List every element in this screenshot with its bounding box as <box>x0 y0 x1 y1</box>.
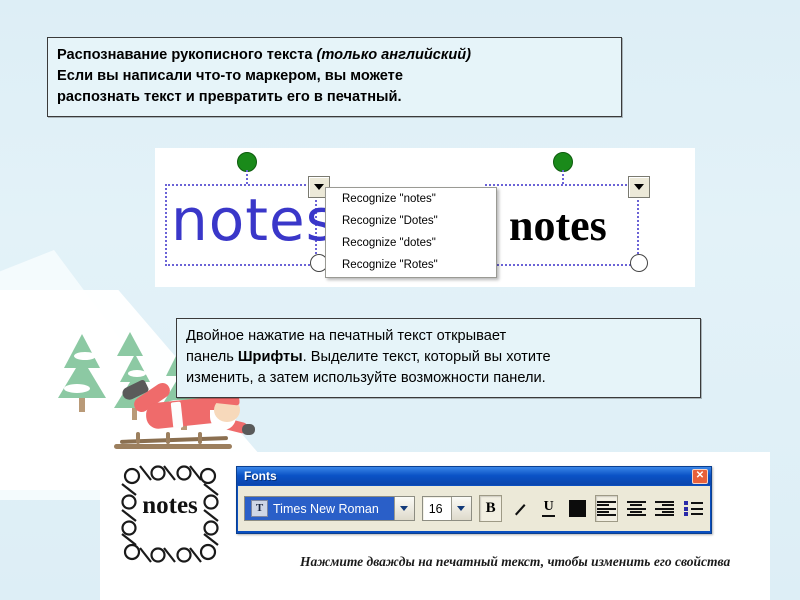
menu-item-recognize-notes[interactable]: Recognize "notes" <box>326 188 496 210</box>
rotation-stem-ink <box>246 170 248 184</box>
align-center-icon <box>626 501 646 516</box>
fonts-caption-line1: Нажмите дважды на печатный текст, чтобы … <box>300 554 672 569</box>
menu-item-recognize-dotes[interactable]: Recognize "dotes" <box>326 232 496 254</box>
chevron-down-icon <box>314 184 324 190</box>
bullet-list-button[interactable] <box>682 496 704 521</box>
align-right-button[interactable] <box>654 496 676 521</box>
underline-icon: U <box>543 499 554 515</box>
font-family-select[interactable]: T Times New Roman <box>244 496 415 521</box>
rotation-handle-ink[interactable] <box>237 152 257 172</box>
font-color-button[interactable] <box>566 496 588 521</box>
chevron-down-icon <box>400 506 409 511</box>
bold-icon: B <box>485 500 496 516</box>
italic-icon <box>515 503 526 515</box>
callout2-line2-bold: Шрифты <box>237 349 303 365</box>
truetype-font-icon: T <box>251 500 268 517</box>
italic-button[interactable] <box>509 496 531 521</box>
chevron-down-icon <box>634 184 644 190</box>
font-size-value: 16 <box>428 501 443 516</box>
fonts-window-title: Fonts <box>244 469 277 483</box>
color-swatch-icon <box>568 500 586 517</box>
align-center-button[interactable] <box>625 496 647 521</box>
recognize-context-menu[interactable]: Recognize "notes" Recognize "Dotes" Reco… <box>325 187 497 278</box>
callout2-line2-post: . Выделите текст, который вы хотите <box>302 349 551 365</box>
printed-resize-handle[interactable] <box>630 254 648 272</box>
menu-item-recognize-rotes[interactable]: Recognize "Rotes" <box>326 254 496 276</box>
font-family-value: Times New Roman <box>273 501 379 516</box>
bullet-list-icon <box>683 501 703 516</box>
callout-fonts-panel: Двойное нажатие на печатный текст открыв… <box>176 318 701 398</box>
fonts-window-titlebar[interactable]: Fonts ✕ <box>237 467 711 485</box>
callout-handwriting-recognition: Распознавание рукописного текста (только… <box>47 37 622 117</box>
callout1-line1-bold: Распознавание рукописного текста <box>57 47 317 63</box>
callout2-line1: Двойное нажатие на печатный текст открыв… <box>186 328 507 344</box>
fonts-caption: Нажмите дважды на печатный текст, чтобы … <box>300 552 740 572</box>
fonts-toolbar-window[interactable]: Fonts ✕ T Times New Roman 16 B U <box>236 466 712 534</box>
close-icon[interactable]: ✕ <box>692 468 708 484</box>
decorative-notes-label: notes <box>142 492 198 519</box>
tree-illustration <box>108 330 152 390</box>
fonts-caption-line2: свойства <box>674 554 731 569</box>
callout2-line3: изменить, а затем используйте возможност… <box>186 370 546 386</box>
slide-canvas: notes notes Recognize "notes" Recognize … <box>0 0 800 600</box>
rotation-handle-printed[interactable] <box>553 152 573 172</box>
callout1-line1-italic: (только английский) <box>316 47 472 63</box>
callout2-line2-pre: панель <box>186 349 238 365</box>
printed-dropdown-button[interactable] <box>628 176 650 198</box>
sled-illustration <box>114 428 234 450</box>
decorative-notes-graphic: notes <box>118 462 222 566</box>
font-size-dropdown-arrow[interactable] <box>450 497 471 520</box>
chevron-down-icon <box>457 506 466 511</box>
menu-item-recognize-dotes-cap[interactable]: Recognize "Dotes" <box>326 210 496 232</box>
align-right-icon <box>655 501 675 516</box>
printed-notes-text[interactable]: notes <box>509 200 607 251</box>
callout1-line2: Если вы написали что-то маркером, вы мож… <box>57 68 403 84</box>
tree-illustration <box>52 328 112 418</box>
font-size-select[interactable]: 16 <box>421 496 472 521</box>
font-family-dropdown-arrow[interactable] <box>393 497 414 520</box>
callout1-line3: распознать текст и превратить его в печа… <box>57 89 402 105</box>
underline-button[interactable]: U <box>538 496 560 521</box>
fonts-toolbar-body: T Times New Roman 16 B U <box>238 486 710 531</box>
bold-button[interactable]: B <box>478 495 503 522</box>
align-left-button[interactable] <box>594 495 619 522</box>
align-left-icon <box>597 501 617 516</box>
rotation-stem-printed <box>562 170 564 184</box>
